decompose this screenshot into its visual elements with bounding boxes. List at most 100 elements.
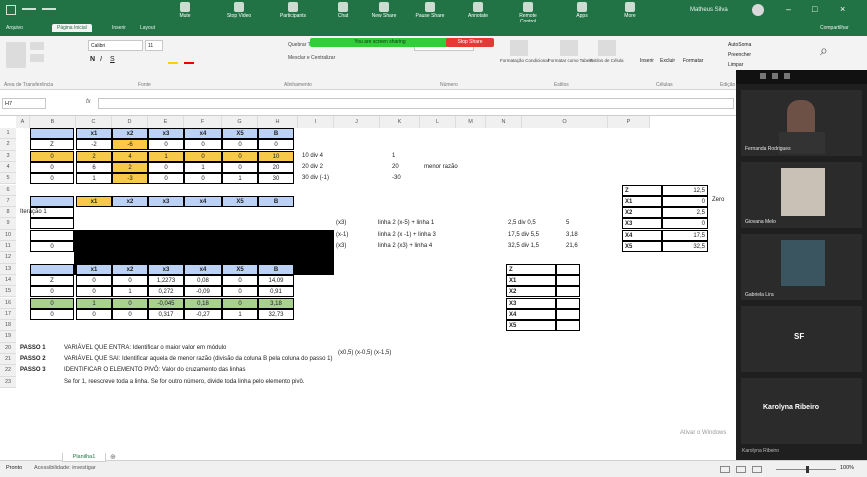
layout-icon[interactable] [784,73,790,79]
stop-share-button[interactable]: Stop Share [446,38,494,47]
row-header[interactable]: 20 [0,342,16,354]
cell-styles-button[interactable] [598,40,616,56]
tab-layout[interactable]: Layout [140,25,155,31]
font-name-select[interactable]: Calibri [88,40,143,51]
column-header[interactable]: H [258,116,298,128]
zoom-button-new-share[interactable]: New Share [367,2,401,20]
format-cells-button[interactable]: Formatar [683,58,703,64]
accessibility-status[interactable]: Acessibilidade: investigar [34,465,96,471]
column-header[interactable]: J [334,116,380,128]
sheet-tab[interactable]: Planilha1 [62,453,106,462]
layout-icon[interactable] [772,73,778,79]
participant-tile[interactable]: Gabriela Lira [741,234,862,300]
bold-button[interactable]: N [90,56,95,63]
delete-cells-button[interactable]: Excluir [660,58,675,64]
italic-button[interactable]: I [100,56,102,63]
row-header[interactable]: 9 [0,218,16,230]
row-header[interactable]: 10 [0,229,16,241]
fx-icon[interactable]: fx [86,99,91,105]
merge-center-button[interactable]: Mesclar e Centralizar [288,55,335,61]
conditional-format-button[interactable] [510,40,528,56]
layout-icon[interactable] [760,73,766,79]
share-button[interactable]: Compartilhar [820,25,849,31]
participant-tile[interactable]: Giovana Melo [741,162,862,228]
name-box[interactable]: H7 [2,98,46,109]
format-as-table-button[interactable] [560,40,578,56]
zoom-level[interactable]: 100% [840,465,854,471]
column-header[interactable]: E [148,116,184,128]
font-size-select[interactable]: 11 [145,40,163,51]
add-sheet-icon[interactable]: ⊕ [110,453,116,461]
participant-tile[interactable]: Karolyna Ribeiro [741,378,862,444]
zoom-button-remote-control[interactable]: Remote Control [511,2,545,25]
search-icon[interactable]: ⌕ [820,42,828,59]
cut-button[interactable] [30,42,44,50]
row-header[interactable]: 16 [0,297,16,309]
tab-inserir[interactable]: Inserir [112,25,126,31]
avatar[interactable] [752,4,764,16]
row-header[interactable]: 13 [0,263,16,275]
row-header[interactable]: 8 [0,207,16,219]
paste-button[interactable] [6,42,26,68]
maximize-icon[interactable]: □ [812,4,817,14]
participant-tile[interactable]: SF [741,306,862,372]
row-header[interactable]: 7 [0,195,16,208]
column-header[interactable]: I [298,116,334,128]
column-header[interactable]: A [16,116,30,128]
account-name[interactable]: Matheus Silva [690,7,728,13]
participant-tile[interactable]: Fernanda Rodrigues [741,90,862,156]
fill-color-icon[interactable] [168,56,178,64]
zoom-button-mute[interactable]: Mute [168,2,202,20]
column-header[interactable]: B [30,116,76,128]
row-header[interactable]: 14 [0,274,16,287]
column-header[interactable]: C [76,116,112,128]
close-icon[interactable]: × [840,4,845,14]
zoom-button-apps[interactable]: Apps [565,2,599,20]
row-header[interactable]: 2 [0,139,16,151]
fill-button[interactable]: Preencher [728,52,751,58]
column-header[interactable]: K [380,116,420,128]
minimize-icon[interactable]: – [786,4,791,14]
zoom-button-chat[interactable]: Chat [326,2,360,20]
column-header[interactable]: L [420,116,456,128]
row-header[interactable]: 22 [0,365,16,377]
zoom-button-stop-video[interactable]: Stop Video [222,2,256,20]
column-header[interactable]: D [112,116,148,128]
redo-icon[interactable] [42,8,56,10]
column-header[interactable]: F [184,116,222,128]
worksheet-grid[interactable]: ABCDEFGHIJKLMNOP 1 2 3 4 5 6 7 8 9 10 11 12 13 14 15 16… [0,116,736,456]
column-header[interactable]: O [522,116,608,128]
column-header[interactable]: G [222,116,258,128]
row-header[interactable]: 6 [0,184,16,196]
row-header[interactable]: 5 [0,173,16,185]
zoom-button-more[interactable]: More [613,2,647,20]
row-header[interactable]: 19 [0,331,16,343]
page-layout-icon[interactable] [736,466,746,473]
copy-button[interactable] [30,54,44,62]
row-header[interactable]: 1 [0,128,16,140]
font-color-icon[interactable] [184,56,194,64]
formula-input[interactable] [98,98,734,109]
insert-cells-button[interactable]: Inserir [640,58,654,64]
row-header[interactable]: 12 [0,252,16,264]
column-header[interactable]: P [608,116,650,128]
row-header[interactable]: 3 [0,150,16,162]
save-icon[interactable] [6,5,16,15]
row-header[interactable]: 23 [0,376,16,388]
column-header[interactable]: N [486,116,522,128]
undo-icon[interactable] [22,8,36,10]
tab-pagina-inicial[interactable]: Página Inicial [52,24,92,32]
normal-view-icon[interactable] [720,466,730,473]
row-header[interactable]: 21 [0,354,16,366]
autosum-button[interactable]: AutoSoma [728,42,751,48]
zoom-button-pause-share[interactable]: Pause Share [413,2,447,20]
page-break-icon[interactable] [752,466,762,473]
tab-arquivo[interactable]: Arquivo [6,25,23,31]
row-header[interactable]: 18 [0,320,16,332]
column-header[interactable]: M [456,116,486,128]
clear-button[interactable]: Limpar [728,62,743,68]
row-header[interactable]: 15 [0,286,16,298]
zoom-slider-thumb[interactable] [806,466,809,473]
underline-button[interactable]: S [110,56,115,63]
zoom-button-participants[interactable]: Participants [276,2,310,20]
